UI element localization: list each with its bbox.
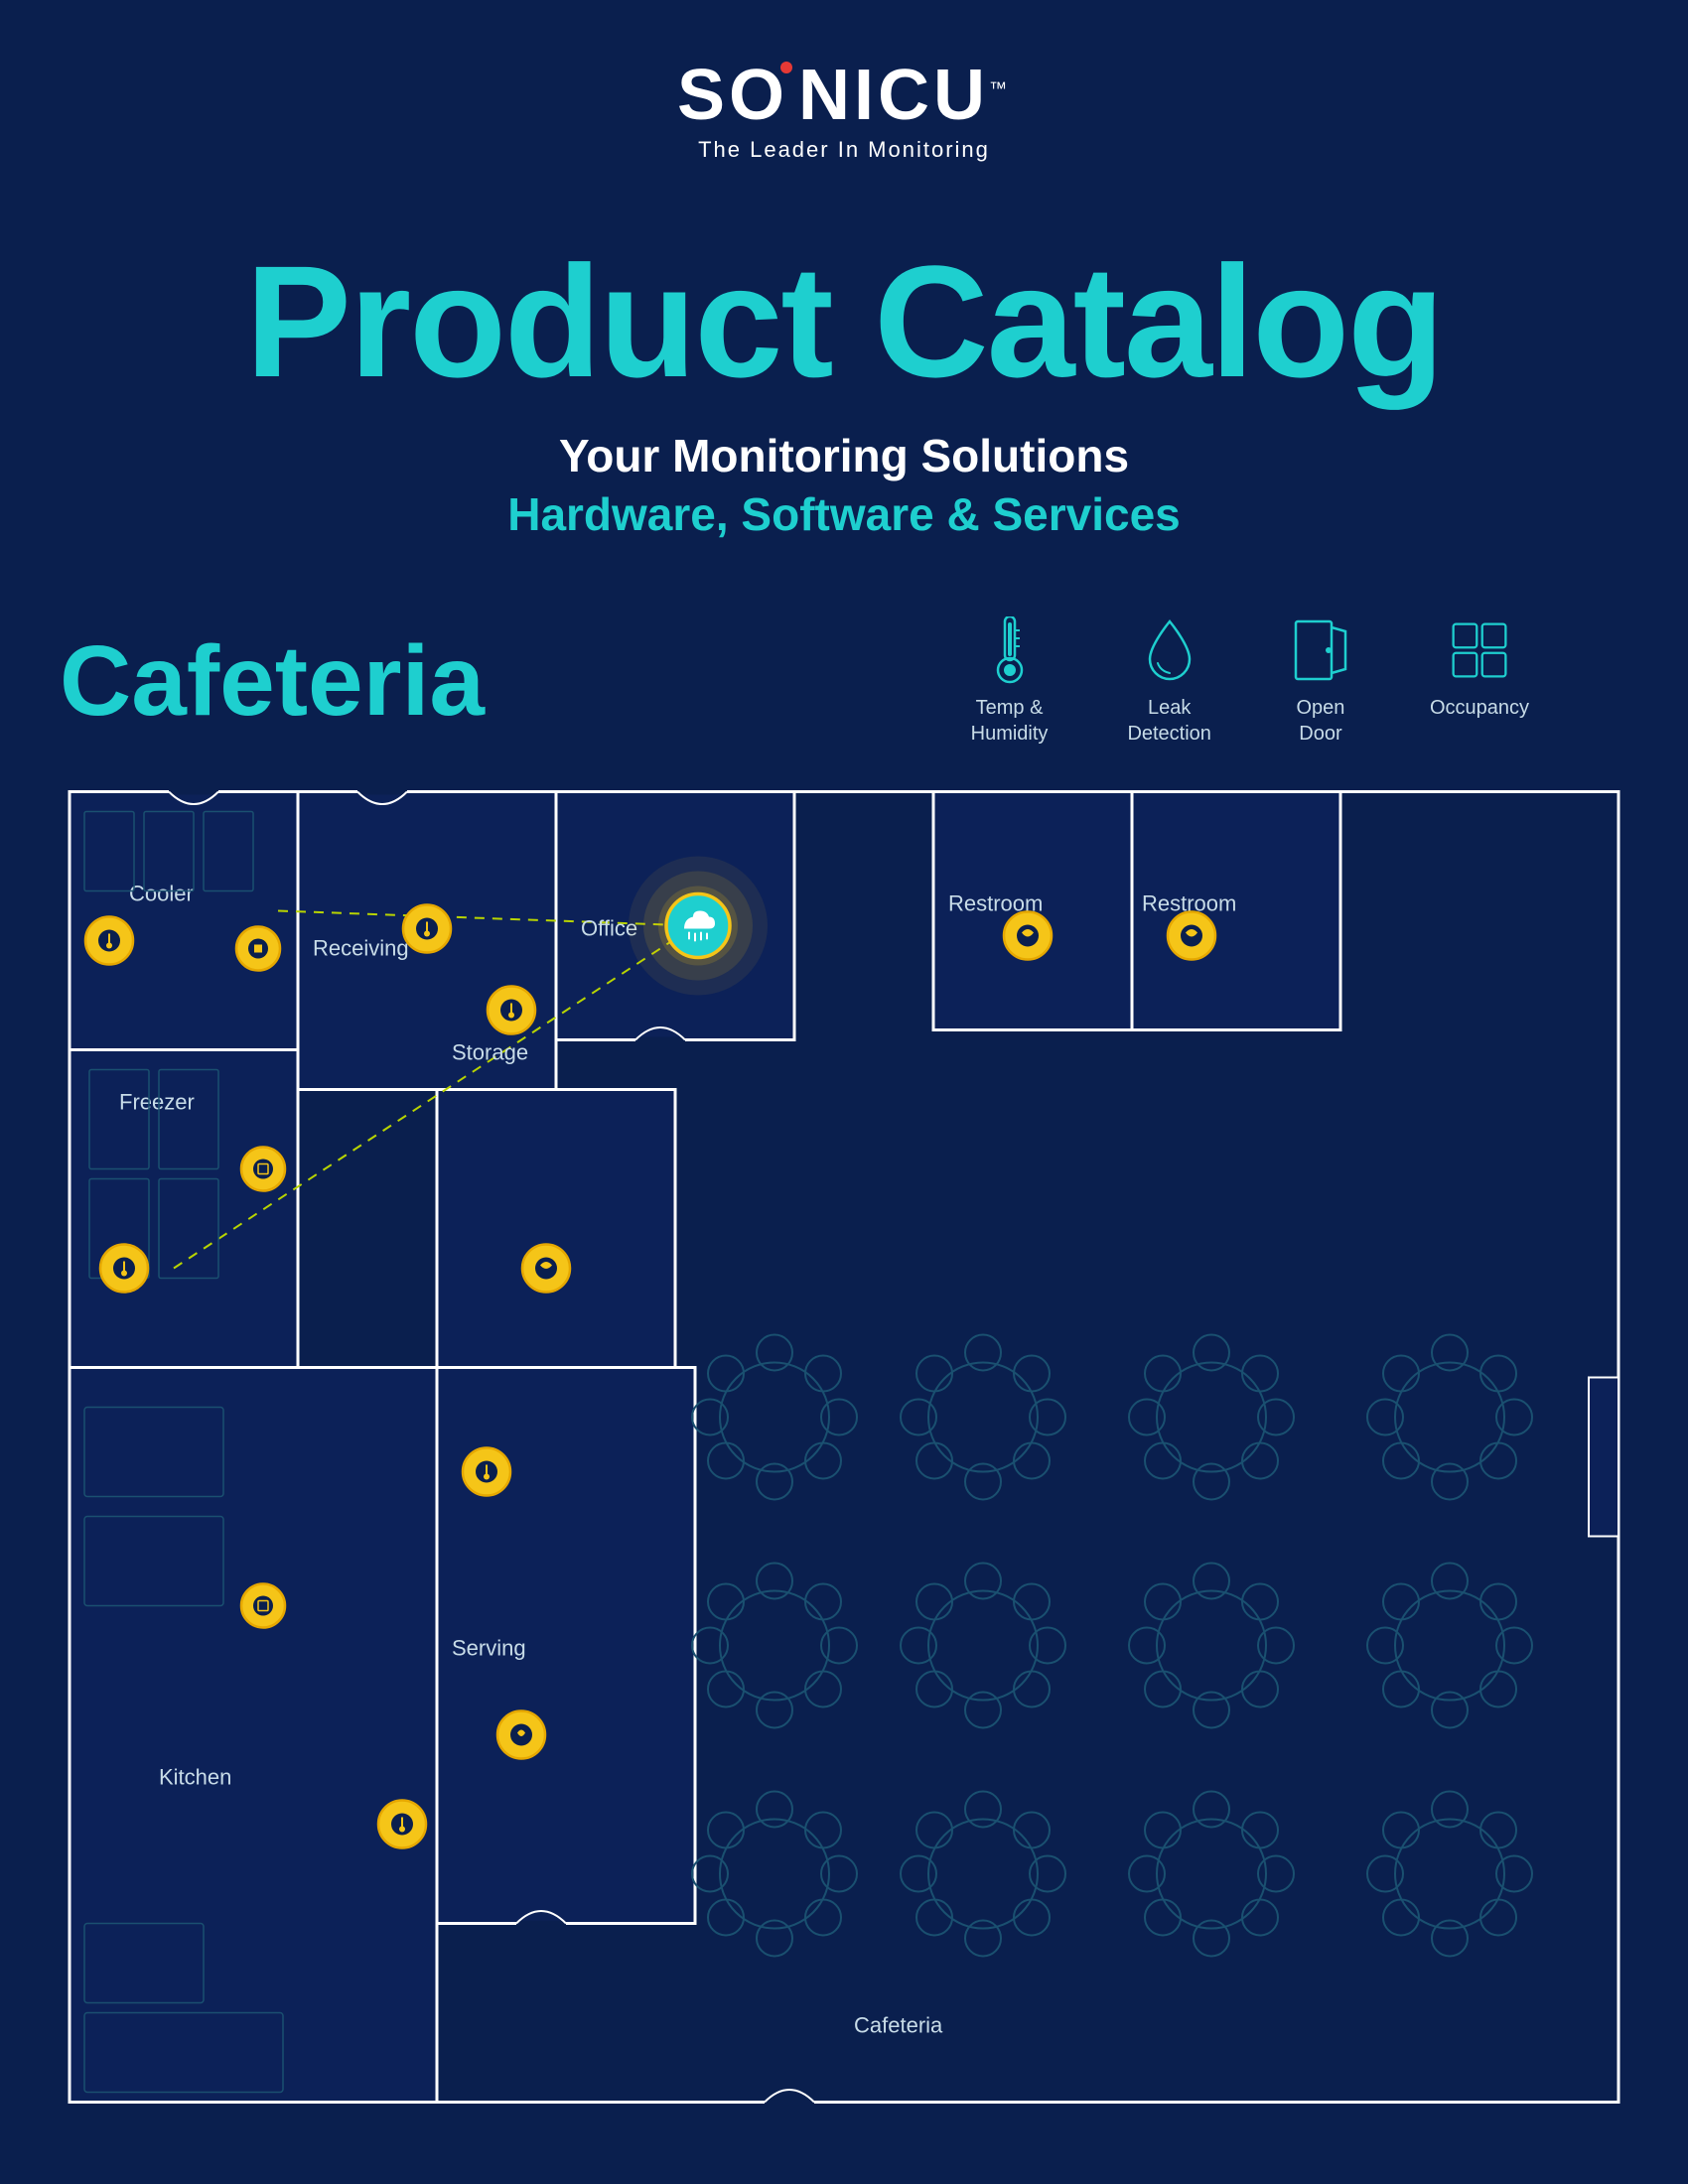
sensor-cooler-1 [85,917,133,965]
svg-text:Cafeteria: Cafeteria [854,2013,943,2038]
header: SONICU™ The Leader In Monitoring Product… [0,0,1688,539]
floor-plan: Cooler Freezer Receiving Storage Kitchen… [60,769,1628,2124]
cafeteria-section: Cafeteria Temp &Humidity [60,615,1628,2124]
sensor-kitchen-2 [241,1584,285,1628]
legend-temp-humidity: Temp &Humidity [971,615,1049,747]
occupancy-icon [1450,615,1509,685]
sensor-kitchen-1 [100,1245,148,1293]
catalog-subtitle-main: Your Monitoring Solutions [245,431,1443,481]
leak-detection-icon [1140,615,1199,685]
sensor-restroom-1 [1004,912,1052,960]
legend-occupancy: Occupancy [1430,615,1529,721]
svg-text:Kitchen: Kitchen [159,1765,231,1790]
sensor-cooler-2 [236,927,280,971]
svg-text:Freezer: Freezer [119,1090,195,1115]
sensor-kitchen-3 [378,1801,426,1848]
cafeteria-title: Cafeteria [60,624,485,739]
sensor-storage-1 [488,987,535,1034]
legend-leak-detection: LeakDetection [1127,615,1211,747]
temp-humidity-icon [980,615,1040,685]
sensor-freezer [241,1148,285,1191]
catalog-subtitle-sub: Hardware, Software & Services [245,489,1443,540]
sensor-serving-2 [497,1711,545,1759]
legend-icons: Temp &Humidity LeakDetection [971,615,1529,747]
open-door-label: OpenDoor [1296,695,1344,747]
svg-text:Receiving: Receiving [313,936,409,961]
open-door-icon [1291,615,1350,685]
svg-text:Serving: Serving [452,1636,526,1661]
catalog-title-block: Product Catalog Your Monitoring Solution… [245,242,1443,539]
legend-open-door: OpenDoor [1291,615,1350,747]
sensor-restroom-2 [1168,912,1215,960]
logo-container: SONICU™ The Leader In Monitoring [677,60,1011,163]
temp-humidity-label: Temp &Humidity [971,695,1049,747]
catalog-title: Product Catalog [245,242,1443,401]
logo-subtitle: The Leader In Monitoring [698,137,990,163]
leak-detection-label: LeakDetection [1127,695,1211,747]
sensor-storage-2 [522,1245,570,1293]
cafeteria-header: Cafeteria Temp &Humidity [60,615,1628,747]
svg-text:Cooler: Cooler [129,882,194,906]
sensor-active-office [629,857,768,996]
logo-tm: ™ [989,78,1011,98]
logo-text: SONICU™ [677,60,1011,131]
sensor-receiving [403,905,451,953]
occupancy-label: Occupancy [1430,695,1529,721]
svg-text:Storage: Storage [452,1040,528,1065]
sensor-serving-1 [463,1448,510,1496]
